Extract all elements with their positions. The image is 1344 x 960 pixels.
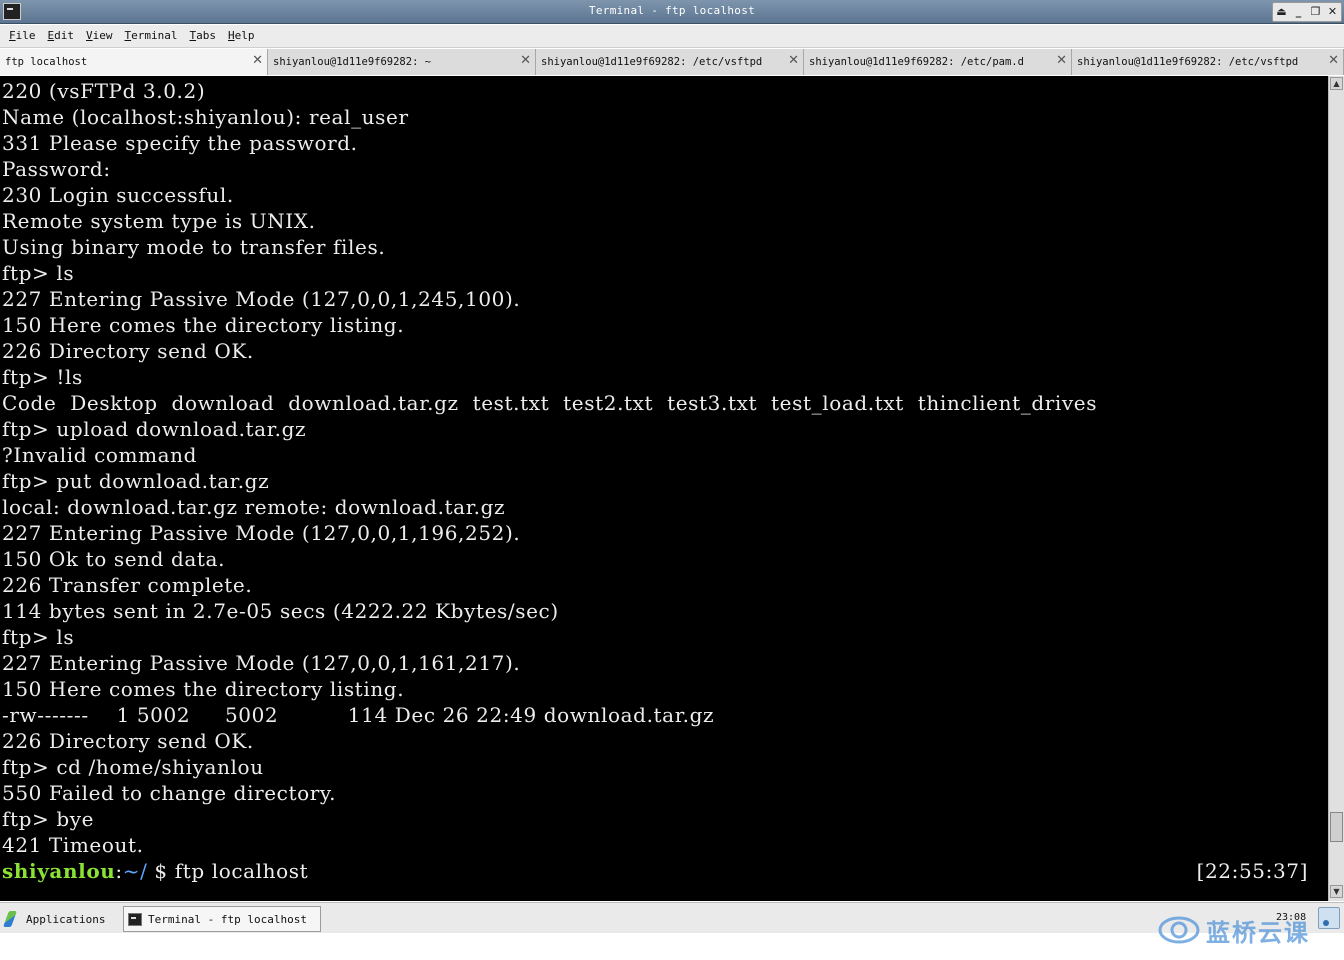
menu-file-label: ile: [15, 29, 36, 42]
taskbar: Applications Terminal - ftp localhost 23…: [0, 902, 1344, 933]
menu-tabs-label: abs: [196, 29, 216, 42]
terminal-line: 227 Entering Passive Mode (127,0,0,1,161…: [2, 651, 521, 675]
terminal-line: Name (localhost:shiyanlou): real_user: [2, 105, 409, 129]
prompt-command: $ ftp localhost: [147, 859, 309, 883]
tab-ftp-localhost[interactable]: ftp localhost ✕: [0, 49, 268, 75]
tab-close-icon[interactable]: ✕: [1056, 53, 1067, 69]
terminal-icon: [128, 912, 142, 926]
tab-label: shiyanlou@1d11e9f69282: /etc/vsftpd: [1077, 56, 1299, 68]
tab-etc-pam-d[interactable]: shiyanlou@1d11e9f69282: /etc/pam.d ✕: [804, 49, 1072, 75]
menu-view-accelerator: V: [86, 29, 93, 42]
menu-bar: File Edit View Terminal Tabs Help: [0, 25, 1344, 48]
terminal-line: Remote system type is UNIX.: [2, 209, 316, 233]
terminal-line: 114 bytes sent in 2.7e-05 secs (4222.22 …: [2, 599, 559, 623]
terminal-output[interactable]: 220 (vsFTPd 3.0.2) Name (localhost:shiya…: [0, 76, 1328, 901]
terminal-line: 421 Timeout.: [2, 833, 144, 857]
taskbar-clock[interactable]: 23:08: [1276, 912, 1306, 923]
terminal-line: 226 Transfer complete.: [2, 573, 253, 597]
tab-close-icon[interactable]: ✕: [788, 53, 799, 69]
menu-terminal[interactable]: Terminal: [119, 26, 184, 46]
applications-menu-button[interactable]: Applications: [4, 907, 105, 931]
menu-file-accelerator: F: [9, 29, 16, 42]
scrollbar-thumb[interactable]: [1330, 812, 1343, 842]
terminal-line: ftp> bye: [2, 807, 95, 831]
prompt-separator: :: [115, 859, 123, 883]
scroll-up-icon[interactable]: ▲: [1330, 77, 1343, 90]
terminal-line: 230 Login successful.: [2, 183, 234, 207]
tab-etc-vsftpd-2[interactable]: shiyanlou@1d11e9f69282: /etc/vsftpd ✕: [1072, 49, 1344, 75]
terminal-line: ftp> ls: [2, 261, 75, 285]
terminal-line: -rw------- 1 5002 5002 114 Dec 26 22:49 …: [2, 703, 715, 727]
network-tray-icon[interactable]: [1318, 907, 1340, 929]
tab-label: shiyanlou@1d11e9f69282: /etc/pam.d: [809, 56, 1024, 68]
terminal-line: 227 Entering Passive Mode (127,0,0,1,245…: [2, 287, 521, 311]
terminal-line: Using binary mode to transfer files.: [2, 235, 386, 259]
terminal-line: 331 Please specify the password.: [2, 131, 358, 155]
prompt-user: shiyanlou: [2, 859, 116, 883]
terminal-line: ftp> cd /home/shiyanlou: [2, 755, 264, 779]
tab-label: ftp localhost: [5, 56, 88, 68]
menu-edit[interactable]: Edit: [42, 26, 81, 46]
tab-close-icon[interactable]: ✕: [252, 53, 263, 69]
terminal-scrollbar[interactable]: ▲ ▼: [1328, 76, 1344, 901]
terminal-line: ftp> put download.tar.gz: [2, 469, 270, 493]
tab-label: shiyanlou@1d11e9f69282: /etc/vsftpd: [541, 56, 763, 68]
window-title-bar[interactable]: Terminal - ftp localhost ⏏ _ ❐ ✕: [0, 0, 1344, 24]
terminal-line: 226 Directory send OK.: [2, 729, 254, 753]
menu-help-label: elp: [234, 29, 255, 42]
menu-view-label: iew: [92, 29, 113, 42]
terminal-line: local: download.tar.gz remote: download.…: [2, 495, 506, 519]
tab-close-icon[interactable]: ✕: [520, 53, 531, 69]
terminal-line: Password:: [2, 157, 111, 181]
menu-help[interactable]: Help: [222, 26, 261, 46]
prompt-path: ~/: [122, 859, 148, 883]
window-title: Terminal - ftp localhost: [588, 4, 756, 17]
applications-icon: [4, 911, 16, 927]
minimize-button[interactable]: _: [1290, 3, 1307, 21]
terminal-line: ?Invalid command: [2, 443, 198, 467]
applications-label: Applications: [26, 912, 106, 926]
terminal-line: 226 Directory send OK.: [2, 339, 254, 363]
shell-prompt-line: shiyanlou:~/ $ ftp localhost: [2, 858, 308, 884]
terminal-line: 150 Here comes the directory listing.: [2, 313, 405, 337]
terminal-line: ftp> !ls: [2, 365, 83, 389]
taskbar-window-button[interactable]: Terminal - ftp localhost: [123, 906, 321, 932]
menu-tabs[interactable]: Tabs: [183, 26, 222, 46]
scroll-down-icon[interactable]: ▼: [1330, 885, 1343, 898]
terminal-line: 150 Ok to send data.: [2, 547, 226, 571]
tab-etc-vsftpd[interactable]: shiyanlou@1d11e9f69282: /etc/vsftpd ✕: [536, 49, 804, 75]
terminal-line: Code Desktop download download.tar.gz te…: [2, 391, 1098, 415]
terminal-line: ftp> upload download.tar.gz: [2, 417, 307, 441]
close-button[interactable]: ✕: [1324, 3, 1341, 21]
menu-help-accelerator: H: [227, 29, 235, 42]
maximize-button[interactable]: ❐: [1307, 3, 1324, 21]
terminal-line: 150 Here comes the directory listing.: [2, 677, 405, 701]
prompt-timestamp: [22:55:37]: [1196, 859, 1308, 883]
terminal-line: 220 (vsFTPd 3.0.2): [2, 79, 206, 103]
terminal-line: ftp> ls: [2, 625, 75, 649]
menu-view[interactable]: View: [80, 26, 119, 46]
taskbar-window-label: Terminal - ftp localhost: [148, 912, 307, 926]
tab-label: shiyanlou@1d11e9f69282: ~: [273, 56, 432, 68]
menu-edit-label: dit: [54, 29, 74, 42]
menu-file[interactable]: File: [3, 26, 42, 46]
terminal-line: 550 Failed to change directory.: [2, 781, 337, 805]
tab-home[interactable]: shiyanlou@1d11e9f69282: ~ ✕: [268, 49, 536, 75]
tab-close-icon[interactable]: ✕: [1328, 53, 1339, 69]
tab-bar: ftp localhost ✕ shiyanlou@1d11e9f69282: …: [0, 49, 1344, 75]
terminal-line: 227 Entering Passive Mode (127,0,0,1,196…: [2, 521, 521, 545]
eject-icon[interactable]: ⏏: [1273, 3, 1290, 21]
menu-terminal-label: erminal: [131, 29, 178, 42]
window-controls: ⏏ _ ❐ ✕: [1272, 2, 1342, 22]
